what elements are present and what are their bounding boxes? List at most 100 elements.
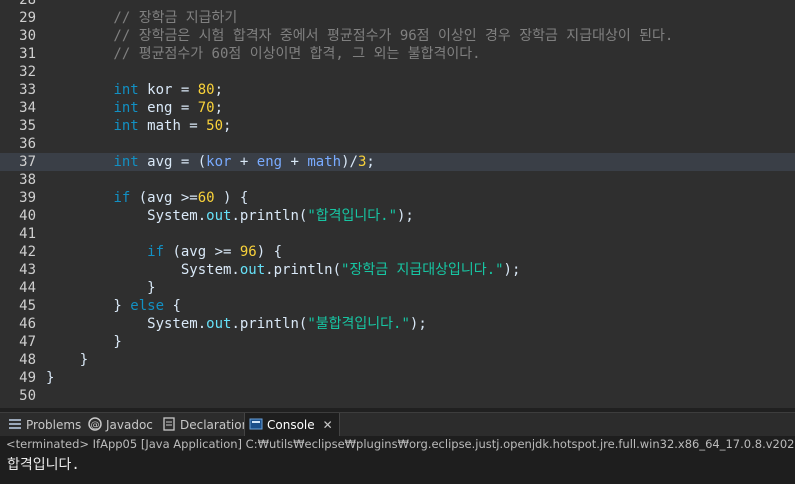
line-number: 38 [19,172,36,188]
code-line[interactable]: 48 } [0,351,795,369]
code-token: "합격입니다." [307,208,397,224]
code-token: // 장학금 지급하기 [46,10,238,26]
code-token: "장학금 지급대상입니다." [341,262,504,278]
code-token: out [206,316,232,332]
code-line[interactable]: 34 int eng = 70; [0,99,795,117]
code-token: } [46,352,89,368]
tab-javadoc[interactable]: @ Javadoc [88,413,153,437]
code-token: int [113,154,139,170]
code-line[interactable]: 50 [0,387,795,405]
line-number: 32 [19,64,36,80]
code-text: // 장학금은 시험 합격자 중에서 평균점수가 96점 이상인 경우 장학금 … [46,27,673,45]
code-text: } [46,351,88,369]
code-text: if (avg >=60 ) { [46,189,248,207]
code-editor[interactable]: 28 29 // 장학금 지급하기 30 // 장학금은 시험 합격자 중에서 평균… [0,0,795,408]
line-number: 34 [19,100,36,116]
code-token: ); [409,316,427,332]
code-token: 60 [197,190,215,206]
code-line[interactable]: 39 if (avg >=60 ) { [0,189,795,207]
code-token: ; [366,154,375,170]
code-token: "불합격입니다." [307,316,410,332]
code-line[interactable]: 46 System.out.println("불합격입니다."); [0,315,795,333]
code-token: int [113,82,139,98]
code-line[interactable]: 35 int math = 50; [0,117,795,135]
code-line[interactable]: 47 } [0,333,795,351]
code-token: } [46,370,55,386]
code-token: kor = [138,82,198,98]
code-token: if [113,190,131,206]
line-number: 33 [19,82,36,98]
console-output-area[interactable]: 합격입니다. [0,452,795,484]
code-line[interactable]: 32 [0,63,795,81]
line-number: 30 [19,28,36,44]
code-token: // 평균점수가 60점 이상이면 합격, 그 외는 불합격이다. [46,46,481,62]
code-line[interactable]: 49} [0,369,795,387]
code-text: int avg = (kor + eng + math)/3; [46,153,375,171]
line-number: 46 [19,316,36,332]
svg-text:@: @ [91,421,100,431]
line-number: 31 [19,46,36,62]
line-number: 43 [19,262,36,278]
line-number: 37 [19,154,36,170]
code-text: System.out.println("합격입니다."); [46,207,414,225]
code-text: System.out.println("불합격입니다."); [46,315,427,333]
code-line[interactable]: 29 // 장학금 지급하기 [0,9,795,27]
line-number: 44 [19,280,36,296]
code-token: ; [223,118,232,134]
problems-icon [8,415,22,429]
code-token: (avg >= [130,190,198,206]
code-line[interactable]: 43 System.out.println("장학금 지급대상입니다."); [0,261,795,279]
line-number: 45 [19,298,36,314]
code-token: 50 [206,118,224,134]
console-output-text: 합격입니다. [7,457,80,473]
code-line[interactable]: 40 System.out.println("합격입니다."); [0,207,795,225]
line-number: 35 [19,118,36,134]
line-number: 50 [19,388,36,404]
code-token: ) { [214,190,249,206]
code-token: .println( [231,316,308,332]
code-token: + [231,154,257,170]
code-line[interactable]: 31 // 평균점수가 60점 이상이면 합격, 그 외는 불합격이다. [0,45,795,63]
tab-problems[interactable]: Problems [8,413,81,437]
code-line[interactable]: 33 int kor = 80; [0,81,795,99]
code-line[interactable]: 28 [0,0,795,9]
code-token: eng [256,154,283,170]
line-number: 40 [19,208,36,224]
line-number: 41 [19,226,36,242]
code-line[interactable]: 30 // 장학금은 시험 합격자 중에서 평균점수가 96점 이상인 경우 장… [0,27,795,45]
code-token: ; [214,100,224,116]
code-line[interactable]: 38 [0,171,795,189]
console-icon [249,415,263,430]
code-token: .println( [231,208,308,224]
code-text: System.out.println("장학금 지급대상입니다."); [46,261,521,279]
code-line[interactable]: 45 } else { [0,297,795,315]
close-icon[interactable]: ✕ [323,413,333,437]
code-token: int [113,100,139,116]
code-token: + [282,154,308,170]
code-token: ); [503,262,521,278]
tab-declaration[interactable]: Declaration [162,413,249,437]
console-status-line: <terminated> IfApp05 [Java Application] … [0,436,795,452]
code-token: ) { [256,244,283,260]
code-token: avg = ( [138,154,207,170]
code-line[interactable]: 37 int avg = (kor + eng + math)/3; [0,153,795,171]
code-token: if [147,244,165,260]
code-line[interactable]: 42 if (avg >= 96) { [0,243,795,261]
code-line[interactable]: 44 } [0,279,795,297]
bottom-panel-tabs: Problems @ Javadoc Declaration Console ✕ [0,412,795,437]
javadoc-icon: @ [88,415,102,431]
code-line[interactable]: 36 [0,135,795,153]
code-text: } [46,369,54,387]
code-line[interactable]: 41 [0,225,795,243]
line-number: 48 [19,352,36,368]
code-token: // 장학금은 시험 합격자 중에서 평균점수가 96점 이상인 경우 장학금 … [46,28,674,44]
code-token: math [307,154,342,170]
code-token: { [164,298,181,314]
code-text: int kor = 80; [46,81,223,99]
line-number: 36 [19,136,36,152]
code-token: 70 [197,100,215,116]
tab-console[interactable]: Console ✕ [244,413,340,437]
